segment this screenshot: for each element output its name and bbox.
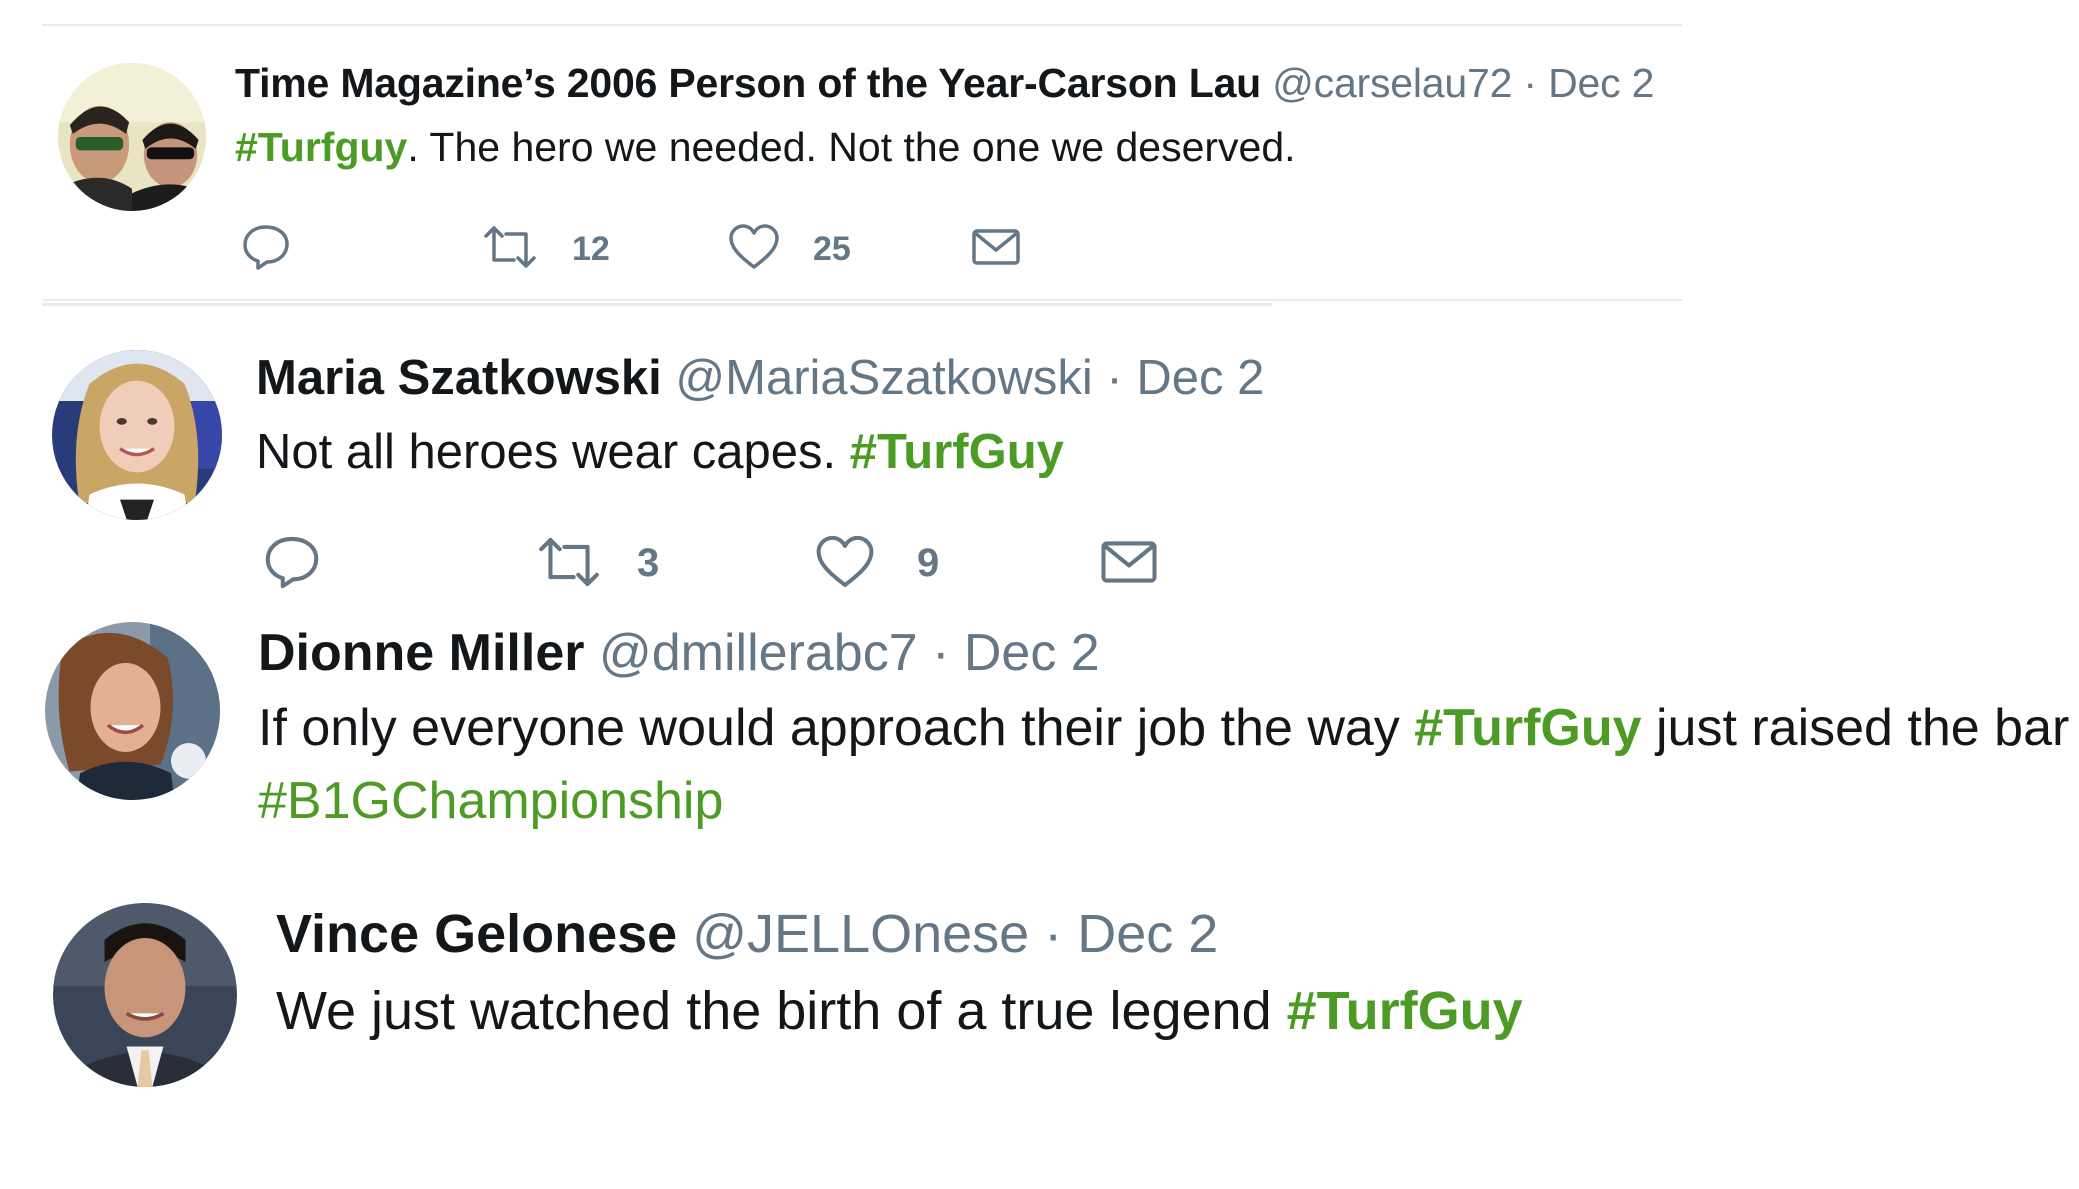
separator: · [932, 624, 950, 682]
tweet-text: If only everyone would approach their jo… [258, 698, 2069, 758]
author-name[interactable]: Vince Gelonese [276, 904, 677, 964]
tweet-text: We just watched the birth of a true lege… [276, 980, 1523, 1042]
tweet-body: We just watched the birth of a true lege… [276, 981, 1287, 1041]
retweet-count: 12 [572, 230, 610, 268]
separator: · [1106, 351, 1123, 405]
tweet-body: . The hero we needed. Not the one we des… [407, 124, 1296, 170]
tweet-divider [42, 299, 1682, 301]
retweet-icon [484, 226, 536, 268]
tweet-date[interactable]: Dec 2 [1077, 904, 1218, 964]
author-handle[interactable]: @MariaSzatkowski [675, 351, 1092, 405]
tweet-text: Not all heroes wear capes. #TurfGuy [256, 424, 1064, 480]
reply-button[interactable] [262, 533, 322, 591]
tweet-date[interactable]: Dec 2 [1136, 351, 1264, 405]
reply-icon [243, 225, 289, 270]
tweet-body: If only everyone would approach their jo… [258, 699, 1415, 757]
author-name[interactable]: Dionne Miller [258, 624, 584, 682]
hashtag-link[interactable]: #TurfGuy [850, 425, 1064, 479]
tweet-text-line2: #B1GChampionship [258, 771, 723, 831]
hashtag-link[interactable]: #Turfguy [235, 124, 407, 170]
separator: · [1044, 904, 1063, 964]
hashtag-link[interactable]: #TurfGuy [1287, 981, 1523, 1041]
author-handle[interactable]: @dmillerabc7 [599, 624, 918, 682]
reply-button[interactable] [240, 222, 292, 272]
hashtag-link[interactable]: #B1GChampionship [258, 772, 723, 830]
direct-message-button[interactable] [1098, 533, 1160, 591]
author-handle[interactable]: @JELLOnese [692, 904, 1029, 964]
tweet-body: Not all heroes wear capes. [256, 425, 850, 479]
avatar[interactable] [52, 350, 222, 520]
avatar[interactable] [58, 63, 206, 211]
author-name[interactable]: Maria Szatkowski [256, 351, 662, 405]
retweet-button[interactable] [480, 222, 540, 272]
avatar[interactable] [45, 622, 220, 800]
heart-icon [729, 224, 779, 269]
avatar[interactable] [53, 903, 237, 1087]
separator: · [1523, 60, 1537, 106]
envelope-icon [1101, 541, 1157, 583]
tweet-date[interactable]: Dec 2 [1548, 60, 1654, 106]
tweet-header: Maria Szatkowski @MariaSzatkowski · Dec … [256, 350, 1264, 406]
author-handle[interactable]: @carselau72 [1272, 60, 1512, 106]
like-count: 9 [917, 541, 940, 585]
top-divider [42, 24, 1682, 26]
heart-icon [816, 535, 874, 587]
retweet-icon [539, 537, 599, 587]
hashtag-link[interactable]: #TurfGuy [1414, 699, 1641, 757]
tweet-divider-partial [42, 303, 1272, 306]
retweet-count: 3 [637, 541, 660, 585]
author-name[interactable]: Time Magazine’s 2006 Person of the Year-… [235, 60, 1261, 106]
tweet-text: #Turfguy. The hero we needed. Not the on… [235, 124, 1296, 171]
retweet-button[interactable] [534, 533, 604, 591]
tweet-header: Time Magazine’s 2006 Person of the Year-… [235, 60, 1654, 107]
tweet-date[interactable]: Dec 2 [964, 624, 1100, 682]
envelope-icon [972, 229, 1020, 265]
like-button[interactable] [814, 533, 876, 591]
direct-message-button[interactable] [970, 222, 1022, 272]
tweet-header: Dionne Miller @dmillerabc7 · Dec 2 [258, 623, 1100, 683]
like-count: 25 [813, 230, 851, 268]
reply-icon [265, 536, 319, 589]
tweet-header: Vince Gelonese @JELLOnese · Dec 2 [276, 903, 1218, 965]
tweet-body-continued: just raised the bar [1641, 699, 2070, 757]
like-button[interactable] [727, 222, 781, 272]
